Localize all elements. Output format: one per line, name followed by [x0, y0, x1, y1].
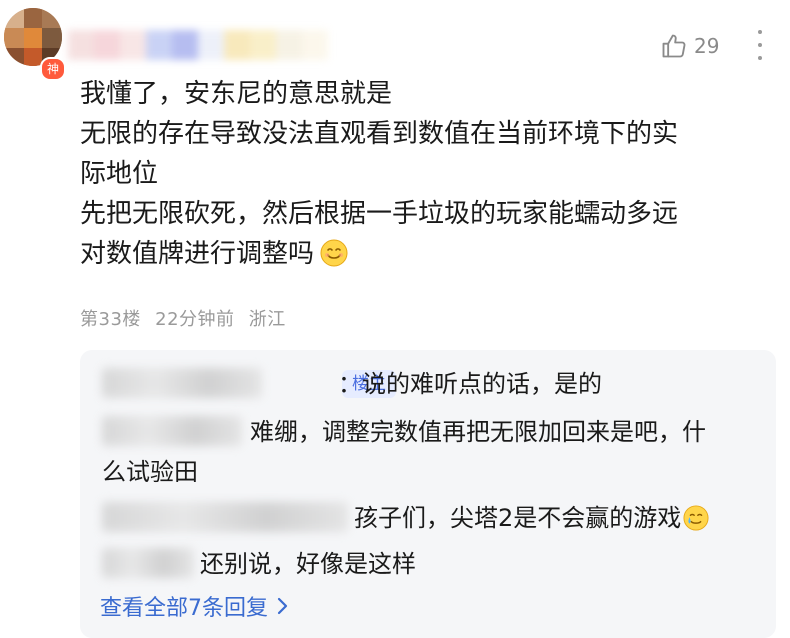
comment-body: 我懂了，安东尼的意思就是 无限的存在导致没法直观看到数值在当前环境下的实 际地位…: [80, 74, 770, 274]
comment-line: 无限的存在导致没法直观看到数值在当前环境下的实: [80, 119, 679, 149]
replies-panel: 楼主 ：说的难听点的话，是的 ：说的难听点的话，是的 难绷，调整完数值再把无限加…: [80, 350, 776, 638]
comment-line-text: 对数值牌进行调整吗: [80, 239, 315, 269]
thumbs-up-icon: [662, 34, 686, 58]
comment-meta: 第33楼 22分钟前 浙江: [80, 305, 294, 331]
reply-username-redacted[interactable]: [102, 502, 348, 532]
reply-text: 么试验田: [102, 458, 198, 486]
view-all-label: 查看全部7条回复: [100, 596, 268, 621]
reply-text: 难绷，调整完数值再把无限加回来是吧，什: [250, 418, 706, 446]
view-all-replies-link[interactable]: 查看全部7条回复: [100, 590, 290, 622]
ip-location: 浙江: [248, 309, 286, 330]
like-button[interactable]: 29: [660, 32, 719, 60]
reply-username-redacted[interactable]: [102, 368, 262, 398]
comment-line: 我懂了，安东尼的意思就是: [80, 79, 393, 109]
comment-line: 对数值牌进行调整吗: [80, 234, 770, 274]
reply-text-content: 孩子们，尖塔2是不会赢的游戏: [354, 504, 682, 532]
post-time: 22分钟前: [155, 309, 235, 330]
chevron-right-icon: [277, 597, 288, 615]
floor-number: 第33楼: [80, 309, 141, 330]
like-count: 29: [694, 34, 720, 58]
reply-username-redacted[interactable]: [102, 416, 242, 446]
comment-line: 先把无限砍死，然后根据一手垃圾的玩家能蠕动多远: [80, 199, 679, 229]
username-redacted[interactable]: [68, 30, 328, 60]
reply-text: 孩子们，尖塔2是不会赢的游戏: [354, 498, 709, 538]
reply-text: ：说的难听点的话，是的: [338, 370, 602, 398]
user-level-badge: 神: [40, 57, 67, 81]
reply-username-redacted[interactable]: [102, 548, 194, 578]
smile-emoji-icon: [320, 239, 348, 267]
reply-text: 还别说，好像是这样: [200, 550, 416, 578]
comment-line: 际地位: [80, 159, 159, 189]
crying-laugh-emoji-icon: [683, 505, 709, 531]
more-options-icon[interactable]: [752, 30, 768, 60]
